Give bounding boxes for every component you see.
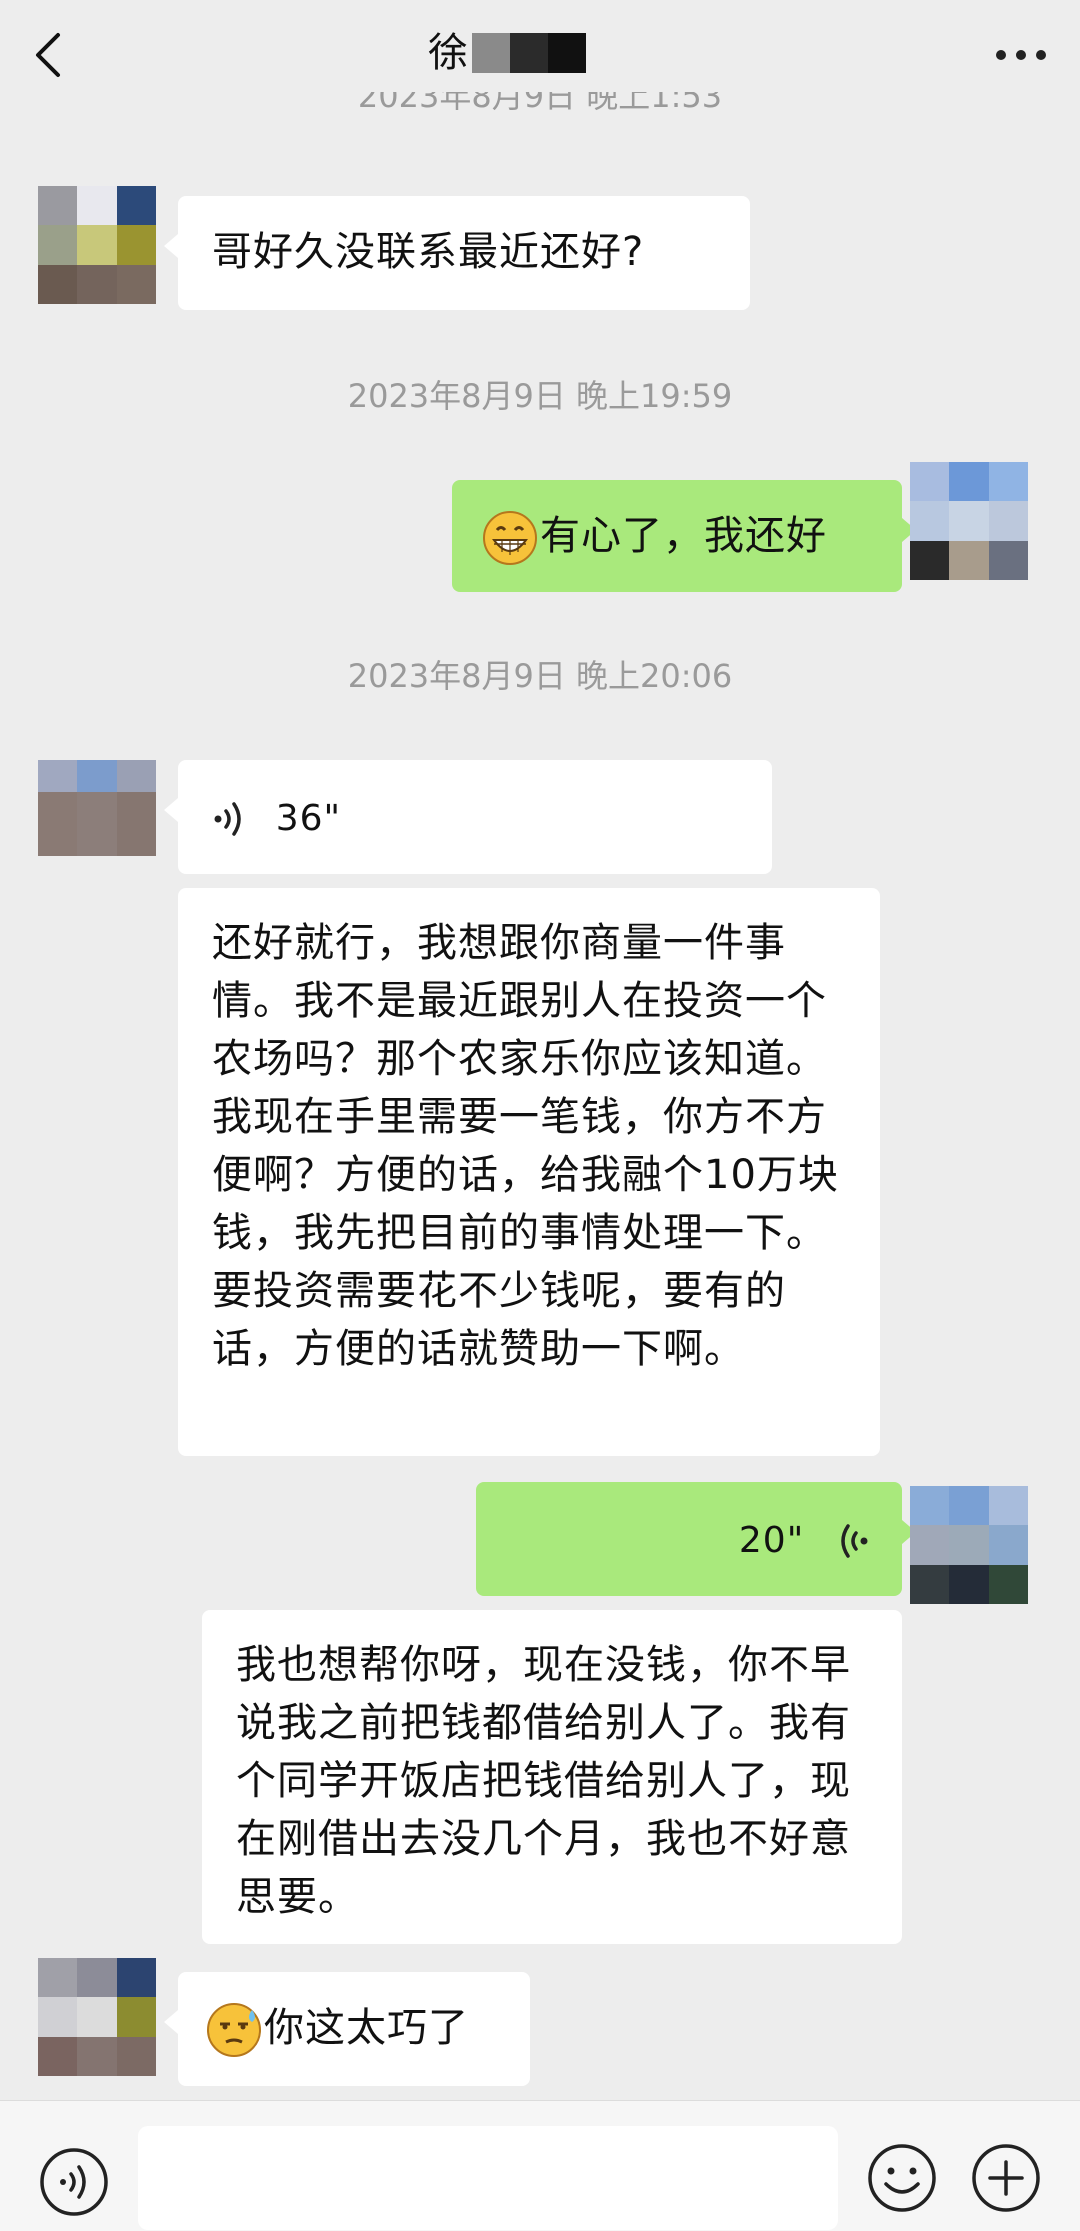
timestamp: 2023年8月9日 晚上19:59 (347, 377, 733, 415)
message-text: 有心了，我还好 (540, 513, 827, 559)
message-bubble[interactable]: 你这太巧了 (164, 1972, 530, 2086)
message-bubble[interactable]: 哥好久没联系最近还好? (164, 196, 750, 310)
message-text: 你这太巧了 (264, 2005, 469, 2051)
voice-mode-icon[interactable] (38, 2146, 110, 2218)
emoji-smile-icon[interactable] (866, 2142, 938, 2214)
message-text: 哥好久没联系最近还好? (212, 229, 645, 275)
message-input[interactable] (138, 2126, 838, 2230)
message-text: 还好就行，我想跟你商量一件事情。我不是最近跟别人在投资一个农场吗？那个农家乐你应… (212, 920, 839, 1372)
message-bubble[interactable]: 我也想帮你呀，现在没钱，你不早说我之前把钱都借给别人了。我有个同学开饭店把钱借给… (202, 1610, 902, 1944)
voice-wave-icon (841, 1524, 868, 1558)
voice-duration: 20" (738, 1520, 805, 1561)
avatar[interactable] (38, 760, 156, 856)
timestamp: 2023年8月9日 晚上20:06 (347, 657, 733, 695)
contact-name: 徐 (428, 30, 468, 76)
voice-wave-icon (214, 802, 241, 836)
voice-message[interactable]: 20" (476, 1482, 916, 1596)
timestamp: 2023年8月9日 晚上1:53 (357, 92, 723, 115)
grin-emoji (483, 511, 537, 565)
message-bubble[interactable]: 还好就行，我想跟你商量一件事情。我不是最近跟别人在投资一个农场吗？那个农家乐你应… (178, 888, 880, 1456)
avatar[interactable] (38, 186, 156, 304)
voice-duration: 36" (275, 798, 342, 839)
message-bubble[interactable]: 有心了，我还好 (452, 480, 916, 592)
plus-circle-icon[interactable] (970, 2142, 1042, 2214)
avatar[interactable] (38, 1958, 156, 2076)
chevron-left-icon[interactable] (28, 30, 68, 80)
name-mosaic (472, 33, 586, 73)
voice-message[interactable]: 36" (164, 760, 772, 874)
chat-title: 徐 (428, 28, 586, 78)
avatar[interactable] (910, 462, 1028, 580)
more-dots-icon[interactable] (996, 50, 1046, 62)
sweat-emoji (207, 2003, 261, 2057)
avatar[interactable] (910, 1486, 1028, 1604)
message-text: 我也想帮你呀，现在没钱，你不早说我之前把钱都借给别人了。我有个同学开饭店把钱借给… (236, 1642, 851, 1920)
